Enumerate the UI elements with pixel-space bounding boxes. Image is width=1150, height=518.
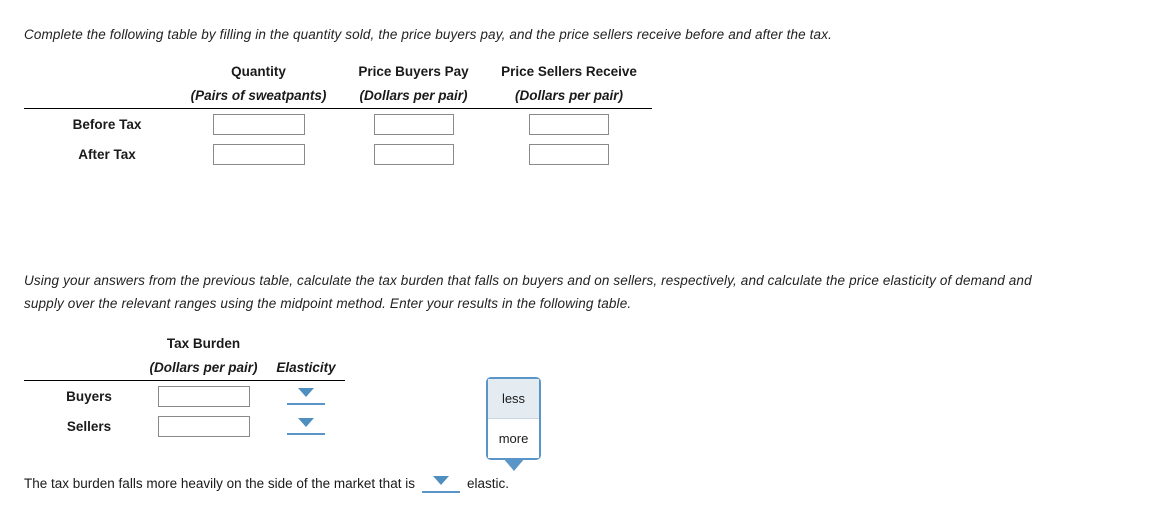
instruction-text-second: Using your answers from the previous tab… <box>24 273 1032 311</box>
dropdown-buyers-elasticity[interactable] <box>287 385 325 407</box>
input-after-tax-quantity[interactable] <box>212 143 305 165</box>
cell-before-tax-price-buyers <box>341 109 486 140</box>
table-row: Sellers <box>24 411 345 441</box>
row-label-before-tax: Before Tax <box>72 116 142 132</box>
table-row: After Tax <box>24 139 652 169</box>
cell-buyers-elasticity <box>267 381 345 412</box>
closing-text-before: The tax burden falls more heavily on the… <box>24 476 415 491</box>
header-tax-burden: Tax Burden <box>166 336 241 351</box>
header-sub-quantity-units: (Pairs of sweatpants) <box>190 88 327 103</box>
input-sellers-tax-burden[interactable] <box>157 415 250 437</box>
table-one-header-main-row: Quantity Price Buyers Pay Price Sellers … <box>24 60 652 83</box>
input-before-tax-quantity[interactable] <box>212 113 305 135</box>
dropdown-closing-elasticity[interactable] <box>421 473 460 495</box>
cell-sellers-elasticity <box>267 411 345 441</box>
dropdown-option-less[interactable]: less <box>488 379 539 418</box>
input-before-tax-price-buyers-pay[interactable] <box>373 113 454 135</box>
dropdown-underline <box>287 402 325 405</box>
table-row: Buyers <box>24 381 345 412</box>
dropdown-options-popup[interactable]: less more <box>486 377 541 471</box>
row-label-sellers: Sellers <box>66 418 112 434</box>
input-after-tax-price-sellers-receive[interactable] <box>529 143 609 165</box>
cell-buyers-tax-burden <box>140 381 267 412</box>
cell-after-tax-price-buyers <box>341 139 486 169</box>
header-quantity: Quantity <box>231 64 286 79</box>
header-two-blank <box>267 332 345 355</box>
closing-statement: The tax burden falls more heavily on the… <box>24 473 509 495</box>
table-one-header-sub-row: (Pairs of sweatpants) (Dollars per pair)… <box>24 83 652 108</box>
header-sub-tax-burden-units: (Dollars per pair) <box>149 360 258 375</box>
closing-text-after: elastic. <box>466 476 509 491</box>
dropdown-sellers-elasticity[interactable] <box>287 415 325 437</box>
input-before-tax-price-sellers-receive[interactable] <box>529 113 609 135</box>
input-after-tax-price-buyers-pay[interactable] <box>373 143 454 165</box>
header-price-sellers-receive: Price Sellers Receive <box>501 64 637 79</box>
chevron-down-icon <box>298 388 314 397</box>
table-two-grid: Tax Burden (Dollars per pair) Elasticity… <box>24 332 345 441</box>
header-price-buyers-pay: Price Buyers Pay <box>358 64 469 79</box>
table-two-header-sub-row: (Dollars per pair) Elasticity <box>24 355 345 380</box>
cell-after-tax-quantity <box>176 139 341 169</box>
header-elasticity: Elasticity <box>276 360 336 375</box>
header-sub-corner-blank <box>24 83 176 108</box>
before-after-tax-table: Quantity Price Buyers Pay Price Sellers … <box>24 60 652 169</box>
header-two-corner-blank <box>24 332 140 355</box>
table-two-header-main-row: Tax Burden <box>24 332 345 355</box>
popup-pointer-caret <box>502 458 525 471</box>
row-label-buyers: Buyers <box>66 388 112 404</box>
chevron-down-icon <box>298 418 314 427</box>
header-two-sub-corner-blank <box>24 355 140 380</box>
header-sub-buyers-units: (Dollars per pair) <box>359 88 468 103</box>
cell-sellers-tax-burden <box>140 411 267 441</box>
cell-before-tax-quantity <box>176 109 341 140</box>
table-one-grid: Quantity Price Buyers Pay Price Sellers … <box>24 60 652 169</box>
dropdown-option-more[interactable]: more <box>488 418 539 458</box>
row-label-after-tax: After Tax <box>78 146 136 162</box>
chevron-down-icon <box>432 476 449 485</box>
table-row: Before Tax <box>24 109 652 140</box>
dropdown-underline <box>421 490 460 493</box>
input-buyers-tax-burden[interactable] <box>157 385 250 407</box>
cell-after-tax-price-sellers <box>486 139 652 169</box>
dropdown-underline <box>287 432 325 435</box>
cell-before-tax-price-sellers <box>486 109 652 140</box>
header-corner-blank <box>24 60 176 83</box>
header-sub-sellers-units: (Dollars per pair) <box>514 88 624 103</box>
instruction-text-first: Complete the following table by filling … <box>24 27 832 42</box>
tax-burden-elasticity-table: Tax Burden (Dollars per pair) Elasticity… <box>24 332 345 441</box>
